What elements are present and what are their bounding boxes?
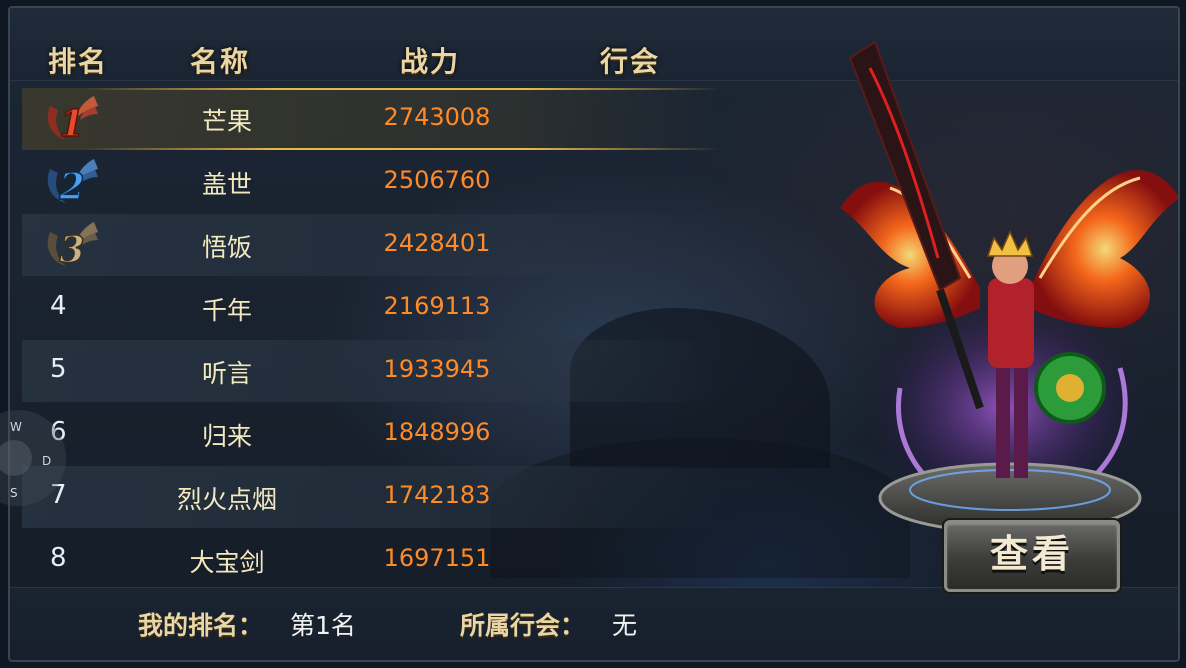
rank-number: 4	[50, 291, 67, 321]
rank-1-medal-icon: 1	[47, 96, 98, 146]
table-row[interactable]: 6 归来 1848996	[22, 403, 722, 465]
header-rank: 排名	[48, 45, 109, 78]
table-row[interactable]: 2 盖世 2506760	[22, 151, 722, 213]
my-rank-label: 我的排名：	[138, 611, 264, 640]
player-name: 悟饭	[201, 233, 252, 262]
header-guild: 行会	[600, 45, 661, 78]
rank-3-medal-icon: 3	[47, 222, 98, 272]
table-row[interactable]: 3 悟饭 2428401	[22, 214, 722, 276]
table-row[interactable]: 1 芒果 2743008	[22, 88, 722, 150]
character-illustration	[840, 40, 1178, 534]
player-power: 1933945	[383, 355, 491, 383]
player-name: 芒果	[201, 107, 252, 136]
joystick-knob[interactable]	[0, 440, 32, 476]
table-row[interactable]: 4 千年 2169113	[22, 277, 722, 339]
rank-2-medal-icon: 2	[47, 159, 98, 209]
player-power: 2169113	[383, 292, 491, 320]
player-power: 2743008	[383, 103, 491, 131]
svg-text:1: 1	[59, 103, 84, 145]
joystick-w-label: W	[10, 420, 22, 434]
my-rank-value: 第1名	[290, 611, 356, 640]
joystick-d-label: D	[42, 454, 52, 468]
rank-number: 8	[50, 543, 67, 573]
player-power: 2506760	[383, 166, 491, 194]
table-row[interactable]: 5 听言 1933945	[22, 340, 722, 402]
header-power: 战力	[400, 45, 461, 78]
player-name: 千年	[201, 296, 252, 325]
joystick-s-label: S	[10, 486, 18, 500]
guild-value: 无	[612, 611, 638, 640]
player-name: 听言	[201, 359, 252, 388]
player-power: 1848996	[383, 418, 491, 446]
guild-label: 所属行会：	[460, 611, 586, 640]
svg-text:3: 3	[59, 229, 84, 271]
header-name: 名称	[190, 45, 251, 78]
view-button[interactable]: 查看	[944, 520, 1120, 592]
table-row[interactable]: 7 烈火点烟 1742183	[22, 466, 722, 528]
table-row[interactable]: 8 大宝剑 1697151	[22, 529, 722, 591]
player-name: 大宝剑	[189, 548, 265, 577]
rank-number: 5	[50, 354, 67, 384]
svg-text:2: 2	[58, 166, 84, 208]
my-ranking-bar: 我的排名： 第1名 所属行会： 无	[10, 587, 1178, 660]
player-power: 1742183	[383, 481, 491, 509]
player-name: 归来	[201, 422, 252, 451]
player-name: 盖世	[201, 170, 252, 199]
player-power: 1697151	[383, 544, 491, 572]
player-name: 烈火点烟	[176, 485, 277, 514]
player-power: 2428401	[383, 229, 491, 257]
